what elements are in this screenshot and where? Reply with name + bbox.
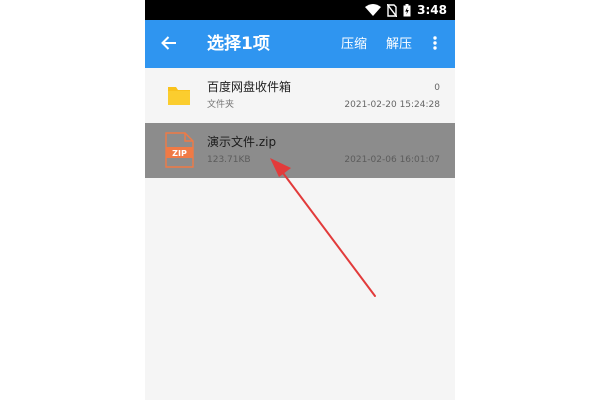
list-item-folder[interactable]: 百度网盘收件箱 文件夹 0 2021-02-20 15:24:28 bbox=[145, 68, 455, 123]
compress-button[interactable]: 压缩 bbox=[341, 36, 367, 54]
more-vert-icon bbox=[433, 35, 437, 54]
status-time: 3:48 bbox=[417, 3, 447, 17]
page-title: 选择1项 bbox=[207, 34, 270, 54]
status-icons: 3:48 bbox=[365, 0, 447, 20]
zip-file-icon: ZIP bbox=[162, 130, 196, 170]
list-item-zip[interactable]: ZIP 演示文件.zip 123.71KB 2021-02-06 16:01:0… bbox=[145, 123, 455, 178]
wifi-icon bbox=[365, 4, 382, 16]
folder-icon bbox=[162, 75, 196, 115]
file-date: 2021-02-06 16:01:07 bbox=[344, 155, 440, 165]
file-name: 百度网盘收件箱 bbox=[207, 80, 292, 94]
extract-button[interactable]: 解压 bbox=[386, 36, 412, 54]
zip-icon-label: ZIP bbox=[172, 149, 187, 158]
file-date: 2021-02-20 15:24:28 bbox=[344, 100, 440, 110]
file-size: 123.71KB bbox=[207, 155, 251, 165]
more-options-button[interactable] bbox=[427, 34, 443, 54]
file-type: 文件夹 bbox=[207, 100, 235, 110]
file-list: 百度网盘收件箱 文件夹 0 2021-02-20 15:24:28 ZIP 演示… bbox=[145, 68, 455, 178]
back-button[interactable] bbox=[157, 32, 181, 56]
status-bar: 3:48 bbox=[145, 0, 455, 20]
sim-off-icon bbox=[387, 3, 398, 17]
arrow-back-icon bbox=[161, 35, 177, 54]
file-name: 演示文件.zip bbox=[207, 135, 277, 149]
item-count: 0 bbox=[434, 83, 440, 93]
app-bar: 选择1项 压缩 解压 bbox=[145, 20, 455, 68]
battery-charging-icon bbox=[403, 3, 411, 17]
phone-screen: 3:48 选择1项 压缩 解压 百度网盘收件箱 文件夹 0 2021-02-20… bbox=[145, 0, 455, 400]
